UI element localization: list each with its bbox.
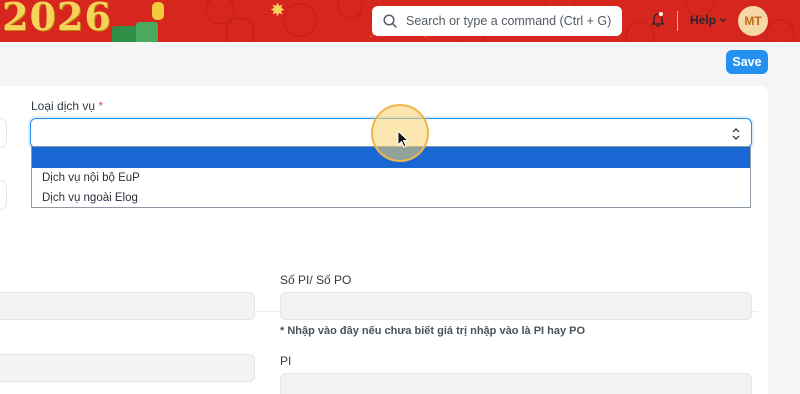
help-label: Help xyxy=(690,13,717,27)
help-menu[interactable]: Help xyxy=(690,13,727,27)
search-bar[interactable]: Search or type a command (Ctrl + G) xyxy=(372,6,622,36)
banner-year-logo: 2026 xyxy=(2,0,112,39)
dropdown-option-external[interactable]: Dịch vụ ngoài Elog xyxy=(32,188,750,208)
top-navbar: 2026 ✸ Search or type a command (Ctrl + … xyxy=(0,0,800,42)
mouse-cursor-icon xyxy=(397,130,410,148)
pi-input[interactable] xyxy=(280,373,752,394)
pi-label: PI xyxy=(280,354,292,368)
dropdown-option-internal[interactable]: Dịch vụ nội bộ EuP xyxy=(32,168,750,188)
service-type-label-text: Loại dịch vụ xyxy=(31,99,96,113)
save-button[interactable]: Save xyxy=(726,50,768,74)
pi-po-label: Số PI/ Số PO xyxy=(280,273,352,287)
navbar-divider xyxy=(677,11,678,31)
gift-icon xyxy=(112,26,138,42)
sparkle-icon: ✸ xyxy=(270,0,286,20)
gift-icon xyxy=(136,22,158,42)
search-icon xyxy=(383,14,397,28)
required-mark: * xyxy=(98,99,104,113)
select-arrows-icon xyxy=(732,128,740,140)
pi-po-hint: * Nhập vào đây nếu chưa biết giá trị nhậ… xyxy=(280,325,586,337)
left-field-partial[interactable] xyxy=(0,118,7,148)
service-type-label: Loại dịch vụ * xyxy=(31,99,103,113)
notification-dot xyxy=(658,11,664,17)
search-placeholder: Search or type a command (Ctrl + G) xyxy=(406,14,612,28)
left-field-partial[interactable] xyxy=(0,354,255,382)
pi-po-input[interactable] xyxy=(280,292,752,320)
left-field-partial[interactable] xyxy=(0,292,255,320)
chevron-down-icon xyxy=(719,18,727,23)
avatar[interactable]: MT xyxy=(738,6,768,36)
lantern-icon xyxy=(152,2,164,20)
left-field-partial[interactable] xyxy=(0,180,7,210)
